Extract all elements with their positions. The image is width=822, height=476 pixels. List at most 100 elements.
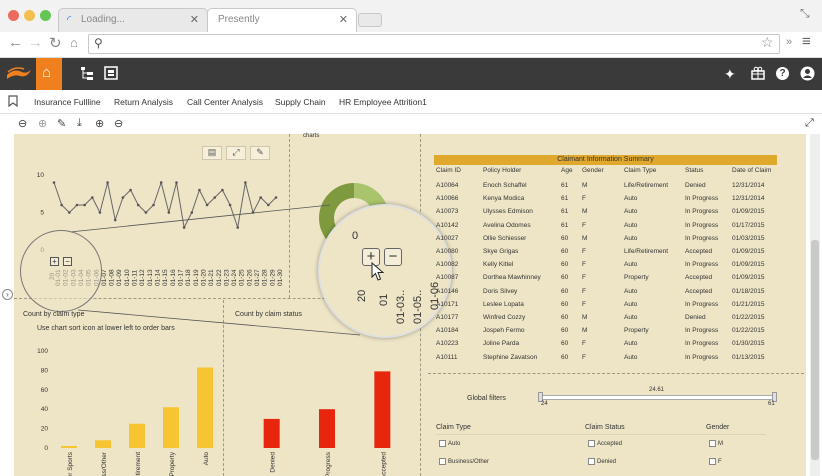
- table-cell: Life/Retirement: [624, 248, 669, 255]
- table-row[interactable]: A10111 Stephine Zavatson 60 F Auto In Progres…: [434, 352, 779, 365]
- bar[interactable]: [197, 367, 213, 448]
- table-cell: In Progress: [685, 261, 719, 269]
- table-row[interactable]: A10082 Kelly Kittel 60 F Auto In Progress 01/0…: [434, 259, 779, 272]
- table-row[interactable]: A10171 Leslee Lopata 60 F Auto In Progress 01/…: [434, 299, 779, 312]
- table-cell: F: [582, 221, 586, 229]
- table-cell: 60: [561, 340, 569, 348]
- table-cell: 01/22/2015: [732, 327, 765, 335]
- table-cell: Winfred Cozzy: [483, 314, 526, 321]
- table-row[interactable]: A10223 Joline Parda 60 F Auto In Progress 01/3…: [434, 338, 779, 351]
- table-cell: M: [582, 182, 588, 189]
- table-cell: Stephine Zavatson: [483, 353, 538, 361]
- slider-max-label: 61: [768, 401, 775, 407]
- table-cell: Auto: [624, 353, 638, 361]
- claim-status-chart-title: Count by claim status: [235, 311, 302, 318]
- table-cell: A10082: [436, 261, 459, 269]
- table-row[interactable]: A10066 Kenya Modica 61 F Auto In Progress 12/3…: [434, 193, 779, 206]
- table-row[interactable]: A10073 Ulysses Edmison 61 M Auto In Progress 0…: [434, 206, 779, 219]
- minus-icon: −: [388, 248, 398, 265]
- expand-small-icon[interactable]: +: [50, 257, 59, 266]
- table-cell: Life/Retirement: [624, 182, 669, 189]
- bar[interactable]: [129, 423, 145, 448]
- filter-option-auto[interactable]: Auto: [439, 440, 460, 447]
- column-header[interactable]: Date of Claim: [732, 167, 771, 174]
- table-cell: In Progress: [685, 234, 719, 242]
- table-cell: Auto: [624, 314, 638, 321]
- magnified-tick-label: 01-05..: [412, 289, 424, 324]
- table-cell: F: [582, 353, 586, 361]
- table-cell: 12/31/2014: [732, 182, 765, 189]
- bar[interactable]: [263, 418, 280, 448]
- table-cell: Kenya Modica: [483, 195, 525, 203]
- table-cell: F: [582, 195, 586, 203]
- collapse-small-icon[interactable]: −: [63, 257, 72, 266]
- table-cell: A10027: [436, 234, 459, 242]
- table-cell: A10073: [436, 208, 459, 216]
- table-cell: 60: [561, 274, 569, 282]
- table-cell: A10146: [436, 287, 459, 295]
- age-range-slider[interactable]: [540, 395, 776, 400]
- filter-option-f[interactable]: F: [709, 458, 722, 465]
- table-cell: 60: [561, 300, 569, 308]
- checkbox[interactable]: [439, 440, 446, 447]
- bar[interactable]: [319, 409, 335, 448]
- table-row[interactable]: A10142 Avelina Odomes 61 F Auto In Progress 01…: [434, 220, 779, 233]
- column-header[interactable]: Gender: [582, 167, 604, 174]
- table-cell: Ollie Schiesser: [483, 234, 527, 242]
- table-row[interactable]: A10087 Dorthea Mawhinney 60 F Property Accept…: [434, 272, 779, 285]
- column-header[interactable]: Policy Holder: [483, 167, 521, 174]
- table-row[interactable]: A10184 Jospeh Fermo 60 M Property In Progress…: [434, 325, 779, 338]
- bar[interactable]: [374, 371, 391, 448]
- table-cell: Jospeh Fermo: [483, 327, 525, 335]
- collapse-axis-button[interactable]: −: [384, 248, 402, 266]
- table-cell: Enoch Schaffel: [483, 182, 527, 189]
- table-cell: 01/09/2015: [732, 274, 765, 282]
- table-cell: 60: [561, 261, 569, 269]
- table-row[interactable]: A10080 Skye Grigas 60 F Life/Retirement Accep…: [434, 246, 779, 259]
- table-cell: 01/09/2015: [732, 208, 765, 216]
- filter-option-business-other[interactable]: Business/Other: [439, 458, 489, 465]
- column-header[interactable]: Claim ID: [436, 167, 461, 174]
- filter-option-denied[interactable]: Denied: [588, 458, 616, 465]
- checkbox[interactable]: [439, 458, 446, 465]
- magnifier-lens-small: [20, 230, 102, 312]
- table-cell: Ulysses Edmison: [483, 208, 533, 216]
- checkbox[interactable]: [588, 458, 595, 465]
- claim-status-bar-chart: Denied In Progress Accepted: [263, 371, 391, 476]
- table-cell: In Progress: [685, 340, 719, 348]
- slider-value: 24.61: [649, 387, 665, 393]
- table-cell: 60: [561, 327, 569, 335]
- table-cell: F: [582, 261, 586, 269]
- table-row[interactable]: A10064 Enoch Schaffel 61 M Life/Retirement De…: [434, 180, 779, 193]
- global-filters-label: Global filters: [467, 395, 506, 402]
- table-cell: Auto: [624, 195, 638, 203]
- column-header[interactable]: Claim Type: [624, 167, 656, 174]
- bar[interactable]: [163, 407, 179, 448]
- filter-option-m[interactable]: M: [709, 440, 723, 447]
- table-row[interactable]: A10146 Doris Silvey 60 F Auto Accepted 01/18/2…: [434, 286, 779, 299]
- checkbox[interactable]: [709, 458, 716, 465]
- filter-option-accepted[interactable]: Accepted: [588, 440, 622, 447]
- table-cell: 60: [561, 353, 569, 361]
- table-cell: 01/13/2015: [732, 353, 765, 361]
- scrollbar-thumb[interactable]: [811, 240, 819, 460]
- table-cell: A10184: [436, 327, 459, 335]
- claims-table: Claim ID Policy Holder Age Gender Claim Type…: [434, 167, 784, 367]
- bar[interactable]: [61, 446, 77, 448]
- table-cell: Auto: [624, 287, 638, 295]
- y-tick-label: 40: [41, 406, 49, 413]
- slider-min-label: 24: [541, 401, 548, 407]
- table-row[interactable]: A10177 Winfred Cozzy 60 M Auto Denied 01/22/20…: [434, 312, 779, 325]
- column-header[interactable]: Status: [685, 167, 703, 174]
- column-header[interactable]: Age: [561, 167, 573, 174]
- table-cell: Auto: [624, 340, 638, 348]
- checkbox[interactable]: [709, 440, 716, 447]
- table-cell: 01/17/2015: [732, 221, 765, 229]
- table-row[interactable]: A10027 Ollie Schiesser 60 M Auto In Progress 0…: [434, 233, 779, 246]
- table-cell: 61: [561, 208, 569, 216]
- table-cell: 60: [561, 314, 569, 321]
- category-label: In Progress: [325, 451, 332, 476]
- claim-type-bar-chart: 0 20 40 60 80 100 Other Sports Business/Other Li…: [37, 348, 213, 476]
- checkbox[interactable]: [588, 440, 595, 447]
- bar[interactable]: [95, 440, 111, 448]
